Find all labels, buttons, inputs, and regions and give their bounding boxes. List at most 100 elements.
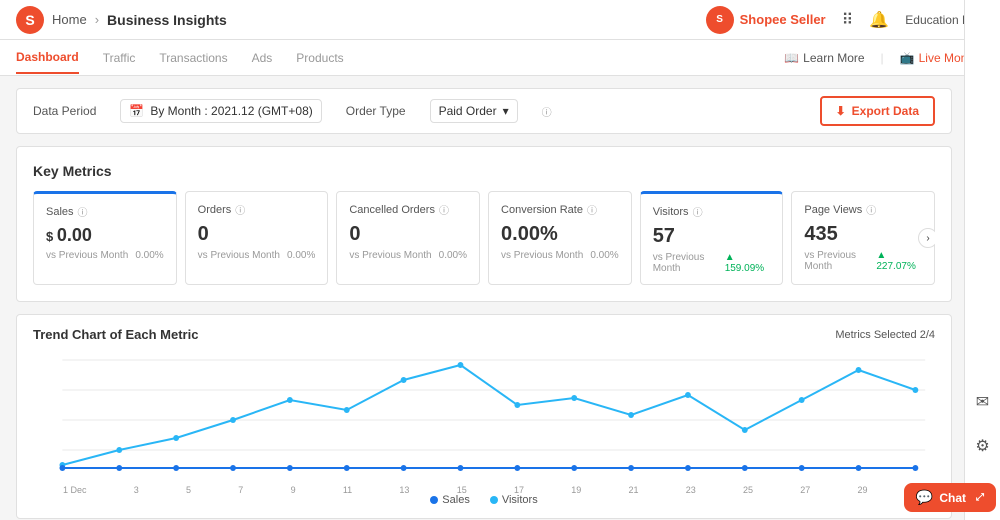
conversion-info-icon[interactable]: ⓘ — [587, 202, 597, 217]
nav-item-products[interactable]: Products — [296, 43, 343, 73]
metric-sales-value: $ 0.00 — [46, 225, 164, 246]
metric-orders-label: Orders ⓘ — [198, 202, 316, 217]
cancelled-info-icon[interactable]: ⓘ — [439, 202, 449, 217]
x-label-27: 27 — [800, 485, 810, 495]
shopee-seller-label: Shopee Seller — [740, 12, 826, 27]
metrics-next-arrow[interactable]: › — [918, 228, 935, 248]
bell-icon[interactable]: 🔔 — [869, 10, 889, 30]
x-label-29: 29 — [858, 485, 868, 495]
x-label-3: 3 — [134, 485, 139, 495]
x-label-21: 21 — [628, 485, 638, 495]
export-data-button[interactable]: ⬇ Export Data — [820, 96, 935, 126]
live-icon: 📺 — [900, 51, 915, 65]
right-sidebar: ✉ ⚙ — [964, 0, 1000, 520]
metric-visitors-change: ▲ 159.09% — [725, 252, 771, 274]
period-value: By Month : 2021.12 (GMT+08) — [150, 104, 312, 118]
metric-pageviews-value: 435 — [804, 223, 922, 246]
nav-items: Dashboard Traffic Transactions Ads Produ… — [16, 42, 344, 74]
metric-cancelled-label: Cancelled Orders ⓘ — [349, 202, 467, 217]
legend-sales-dot — [430, 496, 438, 504]
chart-area: 1 Dec 3 5 7 9 11 13 15 17 19 21 23 25 27… — [33, 350, 935, 490]
metric-card-pageviews: Page Views ⓘ 435 vs Previous Month ▲ 227… — [791, 191, 935, 285]
nav-item-ads[interactable]: Ads — [252, 43, 273, 73]
order-type-selector[interactable]: Paid Order ▾ — [430, 99, 518, 123]
orders-info-icon[interactable]: ⓘ — [235, 202, 245, 217]
order-type-value: Paid Order — [439, 104, 497, 118]
legend-visitors: Visitors — [490, 494, 538, 506]
metric-visitors-label: Visitors ⓘ — [653, 204, 771, 219]
learn-more-link[interactable]: 📖 Learn More — [784, 51, 864, 65]
settings-sidebar-icon[interactable]: ⚙ — [969, 432, 997, 460]
main-content: Data Period 📅 By Month : 2021.12 (GMT+08… — [0, 76, 1000, 520]
x-label-5: 5 — [186, 485, 191, 495]
export-label: Export Data — [852, 104, 919, 118]
dropdown-arrow-icon: ▾ — [503, 104, 509, 118]
book-icon: 📖 — [784, 51, 799, 65]
legend-sales: Sales — [430, 494, 470, 506]
metric-conversion-vs: vs Previous Month 0.00% — [501, 250, 619, 261]
learn-more-label: Learn More — [803, 51, 864, 65]
nav-divider: | — [881, 51, 884, 65]
metric-visitors-value: 57 — [653, 225, 771, 248]
navbar: Dashboard Traffic Transactions Ads Produ… — [0, 40, 1000, 76]
nav-right-links: 📖 Learn More | 📺 Live Monitor — [784, 51, 984, 65]
filter-bar: Data Period 📅 By Month : 2021.12 (GMT+08… — [16, 88, 952, 134]
metric-card-visitors: Visitors ⓘ 57 vs Previous Month ▲ 159.09… — [640, 191, 784, 285]
key-metrics-section: Key Metrics Sales ⓘ $ 0.00 vs Previous M… — [16, 146, 952, 302]
legend-sales-label: Sales — [442, 494, 470, 506]
trend-chart — [33, 350, 935, 480]
x-label-11: 11 — [343, 485, 352, 495]
metric-visitors-vs: vs Previous Month ▲ 159.09% — [653, 252, 771, 274]
chart-header: Trend Chart of Each Metric Metrics Selec… — [33, 327, 935, 342]
grid-icon[interactable]: ⠿ — [842, 10, 854, 30]
chart-title: Trend Chart of Each Metric — [33, 327, 198, 342]
x-label-7: 7 — [238, 485, 243, 495]
sales-info-icon[interactable]: ⓘ — [78, 204, 88, 219]
email-sidebar-icon[interactable]: ✉ — [969, 388, 997, 416]
metric-conversion-label: Conversion Rate ⓘ — [501, 202, 619, 217]
x-label-13: 13 — [399, 485, 409, 495]
x-label-23: 23 — [686, 485, 696, 495]
nav-item-traffic[interactable]: Traffic — [103, 43, 136, 73]
metric-pageviews-change: ▲ 227.07% — [876, 250, 922, 272]
visitors-info-icon[interactable]: ⓘ — [693, 204, 703, 219]
metric-card-cancelled: Cancelled Orders ⓘ 0 vs Previous Month 0… — [336, 191, 480, 285]
shopee-seller-logo: S — [706, 6, 734, 34]
metric-orders-value: 0 — [198, 223, 316, 246]
x-label-9: 9 — [291, 485, 296, 495]
header-left: S Home › Business Insights — [16, 6, 227, 34]
nav-item-dashboard[interactable]: Dashboard — [16, 42, 79, 74]
chart-legend: Sales Visitors — [33, 494, 935, 506]
metric-sales-change: 0.00% — [135, 250, 163, 261]
chart-section: Trend Chart of Each Metric Metrics Selec… — [16, 314, 952, 519]
metric-card-conversion: Conversion Rate ⓘ 0.00% vs Previous Mont… — [488, 191, 632, 285]
metric-cancelled-value: 0 — [349, 223, 467, 246]
order-type-label: Order Type — [346, 104, 406, 118]
legend-visitors-dot — [490, 496, 498, 504]
x-label-17: 17 — [514, 485, 524, 495]
x-label-19: 19 — [571, 485, 581, 495]
period-selector[interactable]: 📅 By Month : 2021.12 (GMT+08) — [120, 99, 321, 123]
metric-card-sales: Sales ⓘ $ 0.00 vs Previous Month 0.00% — [33, 191, 177, 285]
metric-sales-vs: vs Previous Month 0.00% — [46, 250, 164, 261]
home-link[interactable]: Home — [52, 12, 87, 27]
data-period-label: Data Period — [33, 104, 96, 118]
expand-icon: ⤢ — [976, 492, 984, 503]
chat-button[interactable]: 💬 Chat ⤢ — [904, 483, 996, 512]
order-type-info-icon[interactable]: ⓘ — [542, 104, 552, 119]
x-label-15: 15 — [457, 485, 467, 495]
shopee-home-logo: S — [16, 6, 44, 34]
header-right: S Shopee Seller ⠿ 🔔 Education Hub — [706, 6, 984, 34]
metric-card-orders: Orders ⓘ 0 vs Previous Month 0.00% — [185, 191, 329, 285]
nav-item-transactions[interactable]: Transactions — [159, 43, 227, 73]
key-metrics-title: Key Metrics — [33, 163, 935, 179]
download-icon: ⬇ — [836, 104, 846, 118]
pageviews-info-icon[interactable]: ⓘ — [866, 202, 876, 217]
chat-label: Chat — [939, 491, 966, 505]
x-label-1: 1 Dec — [63, 485, 87, 495]
calendar-icon: 📅 — [129, 104, 144, 118]
metric-pageviews-vs: vs Previous Month ▲ 227.07% — [804, 250, 922, 272]
metric-conversion-value: 0.00% — [501, 223, 619, 246]
metric-sales-label: Sales ⓘ — [46, 204, 164, 219]
metric-orders-change: 0.00% — [287, 250, 315, 261]
